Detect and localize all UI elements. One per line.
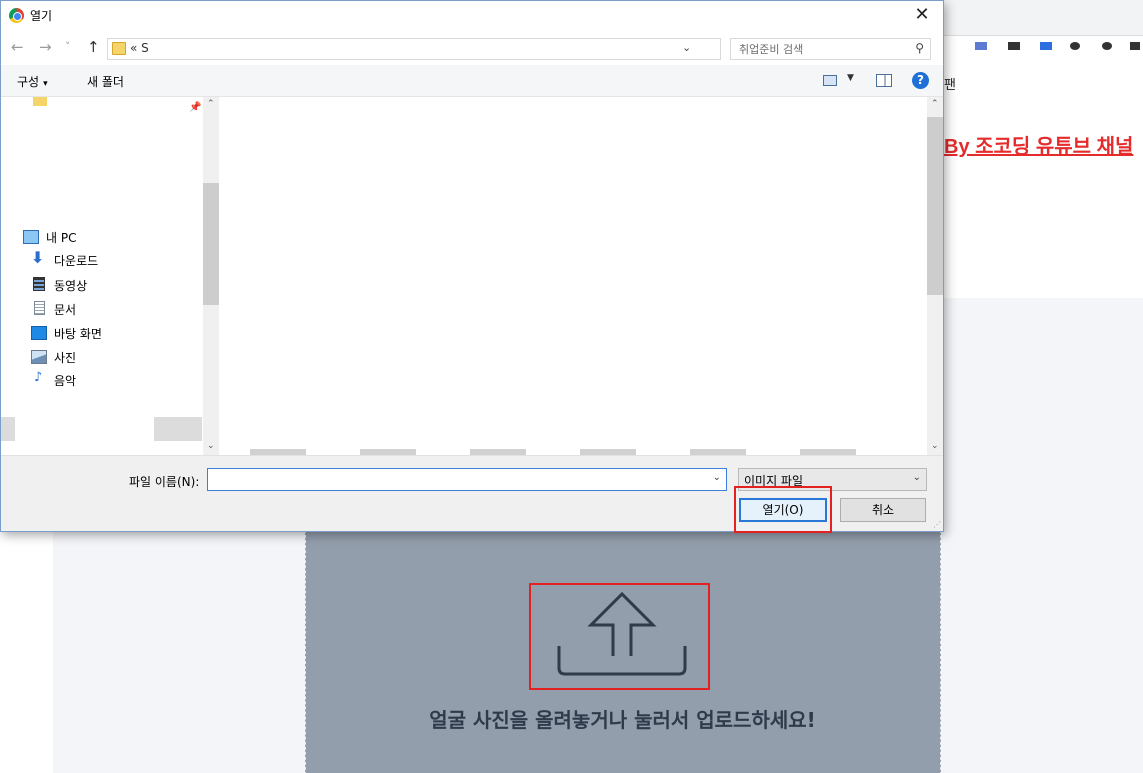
scroll-up-icon[interactable]: ⌃ — [931, 99, 939, 109]
upload-instruction: 얼굴 사진을 올려놓거나 눌러서 업로드하세요! — [429, 708, 816, 732]
toolbar-extension-icon[interactable] — [1040, 42, 1052, 50]
view-options-caret-icon[interactable]: ▼ — [847, 73, 854, 83]
pictures-icon — [31, 350, 47, 364]
file-list-area[interactable]: ⌃ ⌄ — [220, 97, 943, 455]
organize-label: 구성 — [17, 75, 40, 89]
folder-icon — [33, 97, 47, 106]
change-view-icon[interactable] — [823, 75, 837, 86]
pin-icon[interactable]: 📌 — [189, 102, 201, 113]
horizontal-scrollbar-thumb[interactable] — [154, 417, 202, 441]
sidebar-item-label: 사진 — [54, 351, 77, 365]
sidebar-item-desktop[interactable]: 바탕 화면 — [31, 325, 102, 342]
chevron-down-icon: ▾ — [43, 79, 48, 89]
cancel-button[interactable]: 취소 — [840, 498, 926, 522]
search-icon[interactable]: ⚲ — [915, 41, 924, 55]
help-icon[interactable]: ? — [912, 72, 929, 89]
music-icon: ♪ — [34, 370, 43, 385]
preview-pane-icon[interactable] — [876, 74, 892, 87]
sidebar-item-videos[interactable]: 동영상 — [31, 277, 87, 294]
file-scrollbar-thumb[interactable] — [927, 117, 943, 295]
sidebar-item-label: 동영상 — [54, 279, 88, 293]
video-icon — [33, 277, 45, 291]
toolbar-extension-icon[interactable] — [1070, 42, 1080, 50]
address-breadcrumb[interactable]: « S — [130, 41, 149, 55]
toolbar-extension-icon[interactable] — [1102, 42, 1112, 50]
chevron-down-icon[interactable]: ⌄ — [713, 472, 721, 483]
youtube-channel-link[interactable]: By 조코딩 유튜브 채널 — [944, 130, 1133, 159]
close-button[interactable]: ✕ — [907, 3, 937, 29]
download-icon: ⬇ — [31, 248, 45, 267]
sidebar-item-documents[interactable]: 문서 — [31, 301, 76, 318]
folder-icon — [112, 42, 126, 55]
navigation-pane: 📌 내 PC ⬇ 다운로드 동영상 문서 바탕 화면 사진 ♪ 음악 ⌃ ⌄ — [1, 97, 219, 455]
open-button-highlight — [734, 486, 832, 533]
search-input[interactable] — [731, 39, 906, 59]
sidebar-item-label: 문서 — [54, 303, 77, 317]
toolbar-extension-icon[interactable] — [1008, 42, 1020, 50]
sidebar-item-downloads[interactable]: ⬇ 다운로드 — [31, 248, 99, 269]
nav-scrollbar-thumb[interactable] — [203, 183, 219, 305]
horizontal-scrollbar-segment[interactable] — [1, 417, 15, 441]
new-folder-button[interactable]: 새 폴더 — [87, 73, 124, 90]
file-open-dialog: 열기 ✕ ← → ˅ ↑ « S ⌄ ↻ ⚲ 구성▾ 새 폴더 ▼ ? 📌 — [0, 0, 944, 533]
scroll-down-icon[interactable]: ⌄ — [207, 441, 215, 451]
up-arrow-icon[interactable]: ↑ — [87, 38, 100, 56]
sidebar-item-label: 바탕 화면 — [54, 327, 102, 341]
filename-input[interactable] — [208, 469, 708, 490]
dialog-titlebar[interactable]: 열기 ✕ — [1, 1, 943, 31]
sidebar-item-label: 음악 — [54, 374, 77, 388]
navigation-bar: ← → ˅ ↑ « S ⌄ ↻ ⚲ — [1, 31, 943, 65]
filename-field[interactable]: ⌄ — [207, 468, 727, 491]
sidebar-item-this-pc[interactable]: 내 PC — [23, 229, 76, 246]
desktop-icon — [31, 326, 47, 340]
back-arrow-icon[interactable]: ← — [11, 38, 24, 56]
sidebar-item-label: 내 PC — [46, 231, 77, 245]
dialog-title: 열기 — [30, 9, 53, 23]
forward-arrow-icon[interactable]: → — [39, 38, 52, 56]
bg-partial-text: 팬 — [944, 78, 956, 93]
toolbar-extension-icon[interactable] — [975, 42, 987, 50]
sidebar-item-label: 다운로드 — [54, 254, 99, 268]
scroll-down-icon[interactable]: ⌄ — [931, 441, 939, 451]
dialog-footer: 파일 이름(N): ⌄ 이미지 파일 ⌄ 열기(O) 취소 ⋰ — [1, 455, 943, 533]
sidebar-item-pictures[interactable]: 사진 — [31, 349, 76, 366]
organize-button[interactable]: 구성 ▾ — [17, 73, 48, 90]
scroll-up-icon[interactable]: ⌃ — [207, 99, 215, 109]
chrome-icon — [9, 8, 24, 23]
recent-locations-icon[interactable]: ˅ — [65, 38, 71, 56]
search-box[interactable]: ⚲ — [730, 38, 931, 60]
upload-icon-highlight — [529, 583, 710, 690]
address-bar[interactable]: « S ⌄ ↻ — [107, 38, 820, 60]
command-bar: 구성 ▾ 새 폴더 ▼ ? — [1, 65, 943, 97]
filename-label: 파일 이름(N): — [129, 475, 200, 489]
resize-grip-icon[interactable]: ⋰ — [933, 520, 941, 529]
computer-icon — [23, 230, 39, 244]
chevron-down-icon[interactable]: ⌄ — [682, 41, 691, 54]
chevron-down-icon[interactable]: ⌄ — [913, 472, 921, 483]
sidebar-item-music[interactable]: ♪ 음악 — [31, 370, 77, 389]
toolbar-extension-icon[interactable] — [1130, 42, 1140, 50]
document-icon — [34, 301, 45, 315]
